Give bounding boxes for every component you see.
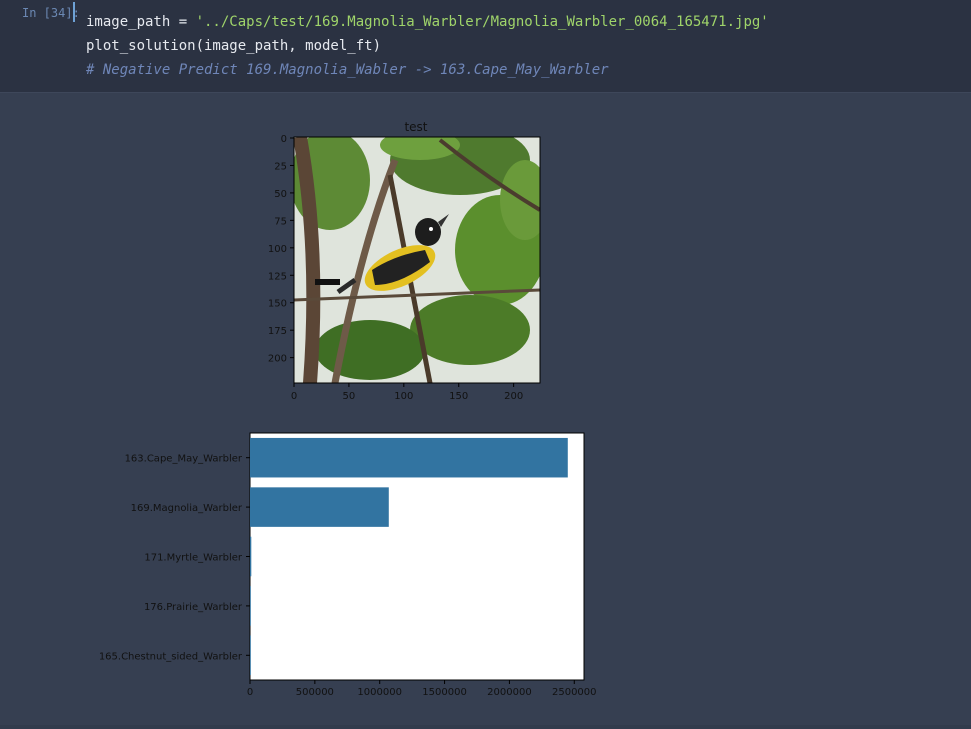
output-figure: test 0 50 100 150 200 025507510012515017… (99, 120, 597, 698)
bar-chart-x-ticks: 0 500000 1000000 1500000 2000000 2500000 (247, 680, 597, 698)
cell-prompt: In [34]: (22, 6, 80, 20)
magnolia-warbler-photo (294, 137, 540, 383)
image-y-ticks: 0 25 50 75 100 125 150 175 200 (268, 134, 294, 365)
image-x-tick-label: 100 (394, 391, 413, 402)
code-line-1-string: '../Caps/test/169.Magnolia_Warbler/Magno… (195, 14, 769, 30)
image-y-tick-label: 75 (274, 216, 287, 227)
bar-chart-category-labels: 163.Cape_May_Warbler 169.Magnolia_Warbler… (99, 454, 250, 662)
image-y-tick-label: 125 (268, 271, 287, 282)
bar-category-label: 163.Cape_May_Warbler (125, 454, 243, 465)
image-y-tick-label: 200 (268, 354, 287, 365)
bar-category-label: 171.Myrtle_Warbler (144, 553, 243, 564)
image-y-tick-label: 100 (268, 244, 287, 255)
cell-output: test 0 50 100 150 200 0 25 50 75 100 125… (0, 93, 971, 725)
code-cell-input[interactable]: In [34]: image_path = '../Caps/test/169.… (0, 0, 971, 93)
code-line-3-comment: # Negative Predict 169.Magnolia_Wabler -… (86, 62, 609, 78)
bar-category-label: 176.Prairie_Warbler (144, 602, 243, 613)
image-y-tick-label: 150 (268, 299, 287, 310)
code-line-1: image_path = '../Caps/test/169.Magnolia_… (86, 10, 769, 34)
bar-165.Chestnut_sided_Warbler (250, 635, 251, 676)
image-x-tick-label: 0 (291, 391, 297, 402)
code-line-1-prefix: image_path = (86, 14, 196, 30)
cell-selection-bar (73, 2, 75, 22)
code-line-2: plot_solution(image_path, model_ft) (86, 38, 382, 54)
bar-x-tick-label: 2000000 (487, 687, 532, 698)
bar-category-label: 165.Chestnut_sided_Warbler (99, 651, 243, 662)
bar-163.Cape_May_Warbler (250, 437, 568, 478)
image-y-tick-label: 0 (281, 134, 287, 145)
bar-x-tick-label: 1000000 (357, 687, 402, 698)
image-y-tick-label: 50 (274, 189, 287, 200)
bar-169.Magnolia_Warbler (250, 487, 389, 527)
image-x-tick-label: 50 (343, 391, 356, 402)
image-x-tick-label: 200 (504, 391, 523, 402)
bar-x-tick-label: 1500000 (422, 687, 467, 698)
bar-171.Myrtle_Warbler (250, 536, 252, 577)
bar-category-label: 169.Magnolia_Warbler (131, 503, 243, 514)
image-plot-title: test (404, 120, 427, 134)
code-editor[interactable]: image_path = '../Caps/test/169.Magnolia_… (86, 10, 769, 82)
bar-176.Prairie_Warbler (250, 586, 251, 626)
image-x-ticks: 0 50 100 150 200 (291, 383, 523, 402)
image-y-tick-label: 175 (268, 326, 287, 337)
image-y-tick-label: 25 (274, 161, 287, 172)
image-x-tick-label: 150 (449, 391, 468, 402)
bar-x-tick-label: 500000 (296, 687, 334, 698)
bar-x-tick-label: 2500000 (552, 687, 597, 698)
bar-x-tick-label: 0 (247, 687, 253, 698)
